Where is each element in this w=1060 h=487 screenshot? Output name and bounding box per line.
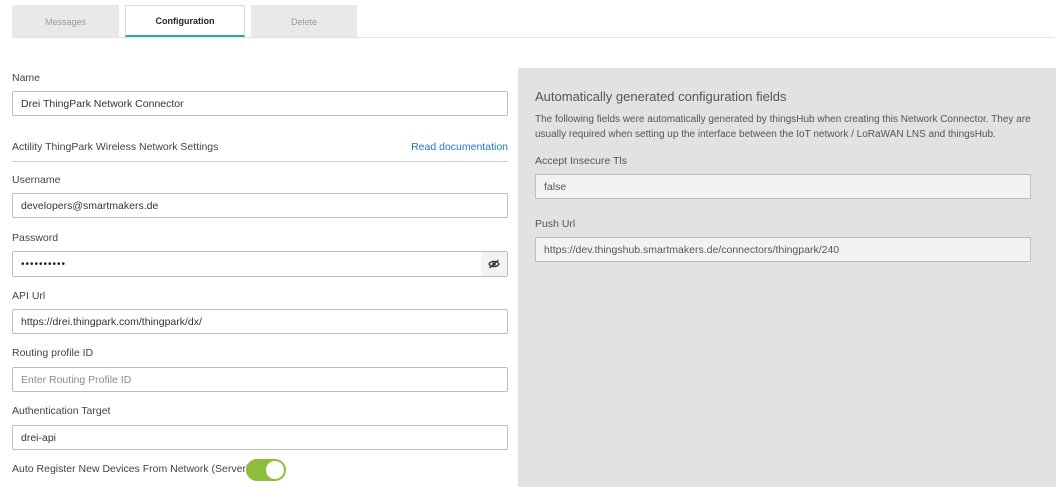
push-url-label: Push Url (535, 218, 576, 230)
auth-target-label: Authentication Target (12, 405, 111, 417)
toggle-knob (266, 461, 284, 479)
tab-configuration[interactable]: Configuration (125, 5, 245, 37)
password-group: •••••••••• (12, 251, 508, 277)
section-title: Actility ThingPark Wireless Network Sett… (12, 141, 219, 153)
name-input[interactable]: Drei ThingPark Network Connector (12, 91, 508, 116)
read-documentation-link[interactable]: Read documentation (411, 141, 508, 153)
section-header: Actility ThingPark Wireless Network Sett… (12, 141, 508, 162)
tab-delete[interactable]: Delete (251, 5, 357, 37)
routing-profile-input[interactable]: Enter Routing Profile ID (12, 367, 508, 392)
username-label: Username (12, 174, 61, 186)
tab-messages[interactable]: Messages (12, 5, 119, 37)
tab-divider (12, 37, 1054, 38)
generated-fields-panel: Automatically generated configuration fi… (518, 68, 1056, 487)
tab-bar: Messages Configuration Delete (12, 5, 363, 38)
auth-target-input[interactable]: drei-api (12, 425, 508, 450)
api-url-label: API Url (12, 290, 46, 302)
panel-description: The following fields were automatically … (535, 114, 1031, 140)
panel-title: Automatically generated configuration fi… (535, 89, 787, 104)
auto-register-label: Auto Register New Devices From Network (… (12, 463, 250, 475)
insecure-tls-label: Accept Insecure Tls (535, 155, 628, 167)
api-url-input[interactable]: https://drei.thingpark.com/thingpark/dx/ (12, 309, 508, 334)
insecure-tls-field[interactable]: false (535, 174, 1031, 199)
eye-off-icon[interactable] (481, 251, 508, 277)
password-label: Password (12, 232, 59, 244)
routing-profile-label: Routing profile ID (12, 347, 94, 359)
push-url-field[interactable]: https://dev.thingshub.smartmakers.de/con… (535, 237, 1031, 262)
auto-register-toggle[interactable] (246, 459, 286, 481)
name-label: Name (12, 72, 41, 84)
password-input[interactable]: •••••••••• (12, 251, 482, 277)
username-input[interactable]: developers@smartmakers.de (12, 193, 508, 218)
